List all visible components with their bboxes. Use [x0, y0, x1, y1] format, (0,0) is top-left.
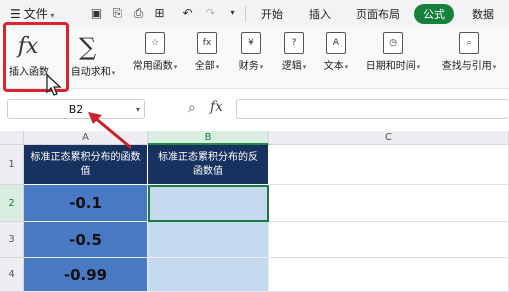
cell-c3[interactable] — [269, 222, 509, 258]
lookup-reference-label: 查找与引用 — [441, 61, 492, 72]
cell-a2[interactable]: -0.1 — [24, 185, 148, 222]
formula-input[interactable] — [236, 99, 509, 119]
cell-b4[interactable] — [148, 258, 269, 292]
fx-icon[interactable]: fx — [210, 99, 223, 115]
toolbar-divider — [245, 6, 246, 22]
datetime-button[interactable]: ◷ 日期和时间▾ — [360, 32, 426, 72]
lookup-reference-button[interactable]: ⌕ 查找与引用▾ — [436, 32, 502, 72]
formula-bar: B2 ▾ ⌕ fx — [0, 95, 509, 125]
zoom-icon[interactable]: ⌕ — [188, 100, 196, 116]
text-functions-button[interactable]: A 文本▾ — [318, 32, 354, 72]
tab-data[interactable]: 数据 — [472, 6, 494, 22]
column-header-c[interactable]: C — [269, 131, 509, 145]
autosum-label: 自动求和 — [70, 67, 111, 78]
cell-c1[interactable] — [269, 145, 509, 185]
select-all-corner[interactable] — [0, 131, 24, 145]
ribbon: fx 插入函数 ∑ 自动求和▾ ☆ 常用函数▾ fx 全部▾ ¥ 财务▾ ? 逻… — [0, 28, 509, 89]
spreadsheet-grid: A B C 1 2 3 4 标准正态累积分布的函数值 标准正态累积分布的反函数值… — [0, 131, 509, 292]
finance-button[interactable]: ¥ 财务▾ — [233, 32, 269, 72]
row-header-4[interactable]: 4 — [0, 258, 24, 292]
chevron-down-icon[interactable]: ▾ — [136, 100, 140, 120]
row-header-2[interactable]: 2 — [0, 185, 24, 222]
cell-a1[interactable]: 标准正态累积分布的函数值 — [24, 145, 148, 185]
cell-c4[interactable] — [269, 258, 509, 292]
row-header-1[interactable]: 1 — [0, 145, 24, 185]
export-icon[interactable]: ⎘ — [109, 3, 126, 23]
tab-page-layout[interactable]: 页面布局 — [356, 6, 400, 22]
sigma-icon: ∑ — [79, 33, 97, 61]
finance-icon: ¥ — [241, 32, 261, 54]
all-functions-button[interactable]: fx 全部▾ — [190, 32, 224, 72]
row-header-3[interactable]: 3 — [0, 222, 24, 258]
hamburger-icon: ☰ — [10, 7, 21, 21]
save-icon[interactable]: ▣ — [88, 3, 105, 23]
logic-icon: ? — [284, 32, 304, 54]
text-icon: A — [326, 32, 346, 54]
common-functions-label: 常用函数 — [132, 61, 173, 72]
tab-home[interactable]: 开始 — [261, 6, 283, 22]
cell-a4[interactable]: -0.99 — [24, 258, 148, 292]
name-box-value: B2 — [68, 103, 84, 116]
cell-b1[interactable]: 标准正态累积分布的反函数值 — [148, 145, 269, 185]
menu-bar: ☰ 文件 ▾ ▣ ⎘ ⎙ ⊞ ↶ ↷ ▾ 开始 插入 页面布局 公式 数据 — [0, 0, 509, 28]
logic-button[interactable]: ? 逻辑▾ — [276, 32, 312, 72]
clock-icon: ◷ — [383, 32, 403, 54]
finance-label: 财务 — [238, 61, 259, 72]
red-arrow-icon — [88, 112, 132, 149]
text-functions-label: 文本 — [323, 61, 344, 72]
cell-a3[interactable]: -0.5 — [24, 222, 148, 258]
mouse-cursor-icon — [46, 74, 62, 96]
datetime-label: 日期和时间 — [365, 61, 416, 72]
column-header-b[interactable]: B — [148, 131, 269, 145]
chevron-down-icon[interactable]: ▾ — [224, 3, 241, 23]
all-functions-label: 全部 — [194, 61, 215, 72]
print-icon[interactable]: ⎙ — [130, 3, 147, 23]
function-list-icon: fx — [197, 32, 217, 54]
cell-b2[interactable] — [148, 185, 269, 222]
lookup-icon: ⌕ — [459, 32, 479, 54]
logic-label: 逻辑 — [281, 61, 302, 72]
tab-formulas[interactable]: 公式 — [414, 4, 454, 24]
common-functions-button[interactable]: ☆ 常用函数▾ — [130, 32, 180, 72]
file-menu[interactable]: ☰ 文件 ▾ — [10, 5, 54, 22]
redo-icon[interactable]: ↷ — [202, 3, 219, 23]
tab-insert[interactable]: 插入 — [309, 6, 331, 22]
function-star-icon: ☆ — [145, 32, 165, 54]
file-menu-label: 文件 — [23, 7, 48, 21]
preview-icon[interactable]: ⊞ — [151, 3, 168, 23]
cell-c2[interactable] — [269, 185, 509, 222]
undo-icon[interactable]: ↶ — [179, 3, 196, 23]
cell-b3[interactable] — [148, 222, 269, 258]
